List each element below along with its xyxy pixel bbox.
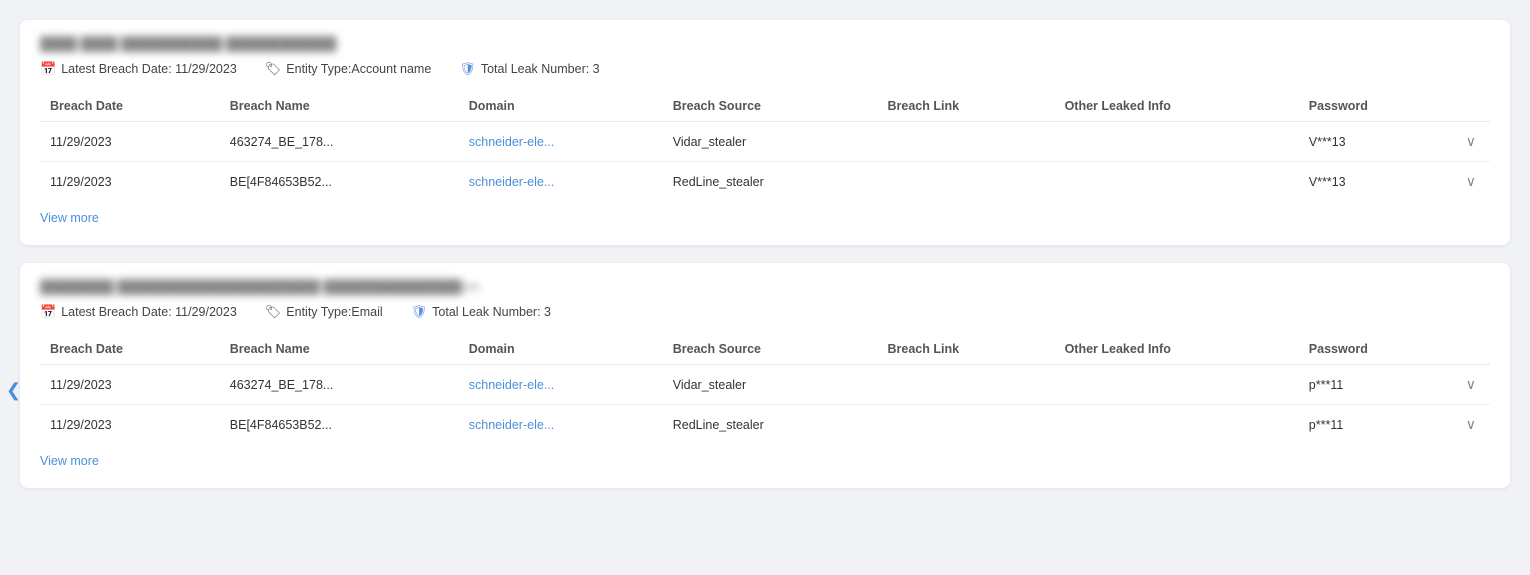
meta-row-2: 📅 Latest Breach Date: 11/29/2023 🏷 Entity T…	[40, 304, 1490, 320]
cell-password: p***11	[1299, 405, 1452, 445]
cell-domain: schneider-ele...	[459, 365, 663, 405]
column-header-breach-date: Breach Date	[40, 91, 220, 122]
cell-breach-name: 463274_BE_178...	[220, 122, 459, 162]
shield-icon: 🛡	[459, 61, 476, 77]
column-header-domain: Domain	[459, 334, 663, 365]
column-header-other-leaked-info: Other Leaked Info	[1055, 334, 1299, 365]
meta-entity-type-1: 🏷 Entity Type:Account name	[265, 61, 432, 77]
column-header-breach-source: Breach Source	[663, 91, 878, 122]
section-card-1: ████ ████ ███████████ ████████████ 📅 Lates…	[20, 20, 1510, 245]
expand-row-button[interactable]: ∨	[1462, 171, 1480, 192]
column-header-breach-name: Breach Name	[220, 91, 459, 122]
total-leak-label: Total Leak Number: 3	[481, 62, 600, 76]
cell-breach-name: BE[4F84653B52...	[220, 405, 459, 445]
cell-password: V***13	[1299, 162, 1452, 202]
cell-breach-date: 11/29/2023	[40, 122, 220, 162]
cell-domain: schneider-ele...	[459, 162, 663, 202]
column-header-expand	[1452, 91, 1490, 122]
meta-breach-date-1: 📅 Latest Breach Date: 11/29/2023	[40, 61, 237, 77]
calendar-icon: 📅	[40, 304, 56, 320]
expand-cell: ∨	[1452, 365, 1490, 405]
domain-link[interactable]: schneider-ele...	[469, 135, 554, 149]
total-leak-label: Total Leak Number: 3	[432, 305, 551, 319]
cell-breach-source: RedLine_stealer	[663, 162, 878, 202]
entity-title-2: ████████ ██████████████████████ ████████…	[40, 279, 1490, 294]
column-header-breach-link: Breach Link	[878, 91, 1055, 122]
entity-type-label: Entity Type:Email	[286, 305, 382, 319]
expand-cell: ∨	[1452, 162, 1490, 202]
meta-row-1: 📅 Latest Breach Date: 11/29/2023 🏷 Entity T…	[40, 61, 1490, 77]
expand-row-button[interactable]: ∨	[1462, 131, 1480, 152]
cell-breach-link	[878, 162, 1055, 202]
domain-link[interactable]: schneider-ele...	[469, 378, 554, 392]
meta-breach-date-2: 📅 Latest Breach Date: 11/29/2023	[40, 304, 237, 320]
column-header-breach-source: Breach Source	[663, 334, 878, 365]
table-row: 11/29/2023463274_BE_178... schneider-ele.…	[40, 122, 1490, 162]
expand-row-button[interactable]: ∨	[1462, 374, 1480, 395]
cell-other-leaked-info	[1055, 405, 1299, 445]
cell-breach-source: Vidar_stealer	[663, 122, 878, 162]
cell-other-leaked-info	[1055, 365, 1299, 405]
table-row: 11/29/2023BE[4F84653B52... schneider-ele.…	[40, 162, 1490, 202]
domain-link[interactable]: schneider-ele...	[469, 175, 554, 189]
meta-total-leak-2: 🛡 Total Leak Number: 3	[411, 304, 551, 320]
cell-domain: schneider-ele...	[459, 405, 663, 445]
cell-breach-link	[878, 365, 1055, 405]
back-arrow-button[interactable]: ❮	[6, 380, 21, 401]
column-header-other-leaked-info: Other Leaked Info	[1055, 91, 1299, 122]
cell-breach-source: RedLine_stealer	[663, 405, 878, 445]
breach-date-label: Latest Breach Date: 11/29/2023	[61, 62, 237, 76]
meta-total-leak-1: 🛡 Total Leak Number: 3	[459, 61, 599, 77]
breach-table-1: Breach DateBreach NameDomainBreach Sourc…	[40, 91, 1490, 201]
column-header-breach-date: Breach Date	[40, 334, 220, 365]
entity-title-1: ████ ████ ███████████ ████████████	[40, 36, 1490, 51]
column-header-password: Password	[1299, 91, 1452, 122]
column-header-password: Password	[1299, 334, 1452, 365]
cell-password: p***11	[1299, 365, 1452, 405]
tag-icon: 🏷	[265, 304, 282, 320]
breach-date-label: Latest Breach Date: 11/29/2023	[61, 305, 237, 319]
calendar-icon: 📅	[40, 61, 56, 77]
table-row: 11/29/2023BE[4F84653B52... schneider-ele.…	[40, 405, 1490, 445]
column-header-expand	[1452, 334, 1490, 365]
entity-type-label: Entity Type:Account name	[286, 62, 431, 76]
cell-other-leaked-info	[1055, 122, 1299, 162]
cell-domain: schneider-ele...	[459, 122, 663, 162]
section-card-2: ████████ ██████████████████████ ████████…	[20, 263, 1510, 488]
tag-icon: 🏷	[265, 61, 282, 77]
expand-row-button[interactable]: ∨	[1462, 414, 1480, 435]
cell-breach-name: 463274_BE_178...	[220, 365, 459, 405]
expand-cell: ∨	[1452, 405, 1490, 445]
cell-password: V***13	[1299, 122, 1452, 162]
shield-icon: 🛡	[411, 304, 428, 320]
cell-breach-date: 11/29/2023	[40, 405, 220, 445]
cell-other-leaked-info	[1055, 162, 1299, 202]
view-more-link[interactable]: View more	[40, 211, 99, 225]
cell-breach-name: BE[4F84653B52...	[220, 162, 459, 202]
cell-breach-date: 11/29/2023	[40, 365, 220, 405]
meta-entity-type-2: 🏷 Entity Type:Email	[265, 304, 383, 320]
column-header-domain: Domain	[459, 91, 663, 122]
cell-breach-link	[878, 122, 1055, 162]
breach-table-2: Breach DateBreach NameDomainBreach Sourc…	[40, 334, 1490, 444]
cell-breach-date: 11/29/2023	[40, 162, 220, 202]
view-more-link[interactable]: View more	[40, 454, 99, 468]
domain-link[interactable]: schneider-ele...	[469, 418, 554, 432]
table-row: 11/29/2023463274_BE_178... schneider-ele.…	[40, 365, 1490, 405]
column-header-breach-link: Breach Link	[878, 334, 1055, 365]
expand-cell: ∨	[1452, 122, 1490, 162]
column-header-breach-name: Breach Name	[220, 334, 459, 365]
cell-breach-source: Vidar_stealer	[663, 365, 878, 405]
cell-breach-link	[878, 405, 1055, 445]
